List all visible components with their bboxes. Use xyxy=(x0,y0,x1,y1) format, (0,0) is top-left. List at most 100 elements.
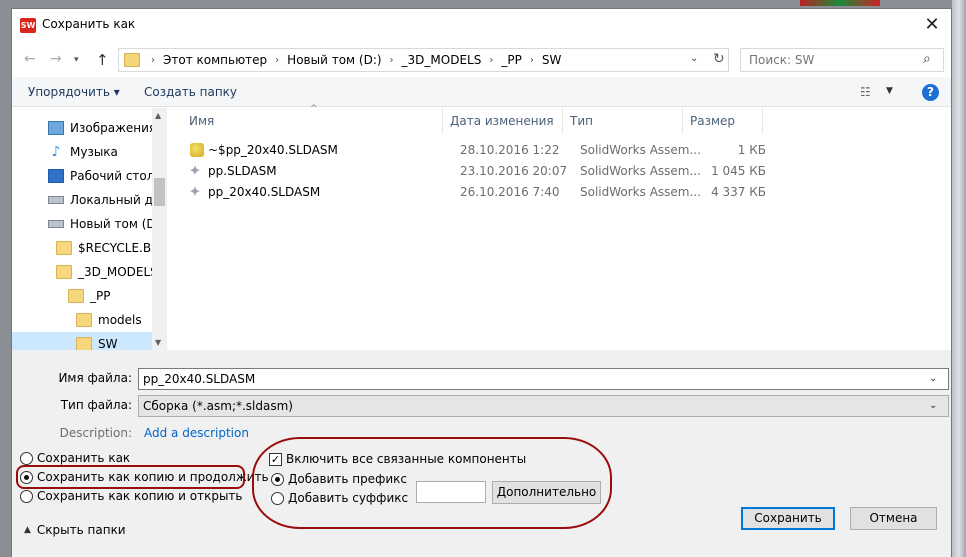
assembly-temp-icon xyxy=(190,143,204,157)
file-type: SolidWorks Assem... xyxy=(580,164,701,178)
breadcrumb-volume-d[interactable]: Новый том (D:) xyxy=(287,53,381,67)
chevron-right-icon: › xyxy=(529,54,534,66)
file-size: 1 045 КБ xyxy=(711,164,766,178)
filetype-select[interactable]: Сборка (*.asm;*.sldasm) ⌄ xyxy=(138,395,949,417)
file-date: 28.10.2016 1:22 xyxy=(460,143,560,157)
filename-label: Имя файла: xyxy=(58,371,132,385)
command-bar: Упорядочить ▾ Создать папку ☷ ▼ ? xyxy=(12,77,951,107)
filename-input[interactable] xyxy=(139,369,919,389)
sidebar-item-label: $RECYCLE.BIN xyxy=(78,241,164,255)
assembly-icon: ⯌ xyxy=(190,163,201,178)
sidebar-item-music[interactable]: ♪ Музыка xyxy=(48,140,167,164)
chevron-right-icon: › xyxy=(151,54,155,66)
folder-icon xyxy=(76,337,92,350)
scroll-down-icon[interactable]: ▼ xyxy=(155,338,161,347)
sidebar-item-label: Музыка xyxy=(70,145,118,159)
recent-locations-icon[interactable]: ▾ xyxy=(74,55,79,65)
address-bar[interactable]: › Этот компьютер › Новый том (D:) › _3D_… xyxy=(118,48,729,72)
organize-button[interactable]: Упорядочить ▾ xyxy=(28,85,120,99)
save-as-dialog: SW Сохранить как ✕ ← → ▾ ↑ › Этот компью… xyxy=(11,8,952,557)
save-as-label: Сохранить как xyxy=(37,451,131,465)
file-size: 4 337 КБ xyxy=(711,185,766,199)
folder-icon xyxy=(68,289,84,303)
description-label: Description: xyxy=(59,426,132,440)
chevron-right-icon: › xyxy=(489,54,494,66)
up-arrow-icon[interactable]: ↑ xyxy=(96,51,109,69)
pictures-icon xyxy=(48,121,64,135)
search-icon[interactable]: ⌕ xyxy=(923,51,931,67)
forward-arrow-icon[interactable]: → xyxy=(50,51,62,67)
sidebar-item-label: _3D_MODELS xyxy=(78,265,158,279)
chevron-down-icon[interactable]: ⌄ xyxy=(929,373,937,384)
file-row[interactable]: ~$pp_20x40.SLDASM 28.10.2016 1:22 SolidW… xyxy=(182,140,782,161)
file-type: SolidWorks Assem... xyxy=(580,143,701,157)
file-type: SolidWorks Assem... xyxy=(580,185,701,199)
sidebar-item-desktop[interactable]: Рабочий стол xyxy=(48,164,167,188)
folder-icon xyxy=(56,241,72,255)
file-row[interactable]: ⯌ pp_20x40.SLDASM 26.10.2016 7:40 SolidW… xyxy=(182,182,782,203)
chevron-down-icon[interactable]: ▼ xyxy=(886,86,893,96)
file-row[interactable]: ⯌ pp.SLDASM 23.10.2016 20:07 SolidWorks … xyxy=(182,161,782,182)
radio-circle[interactable] xyxy=(20,489,33,503)
highlight-annotation xyxy=(252,437,612,529)
chevron-down-icon[interactable]: ⌄ xyxy=(690,53,698,64)
add-description-link[interactable]: Add a description xyxy=(144,426,249,440)
help-icon[interactable]: ? xyxy=(922,84,939,101)
breadcrumb-3d-models[interactable]: _3D_MODELS xyxy=(402,53,482,67)
column-header-size[interactable]: Размер xyxy=(683,108,763,134)
sidebar-item-volume-d[interactable]: Новый том (D xyxy=(48,212,167,236)
assembly-icon: ⯌ xyxy=(190,184,201,199)
disk-icon xyxy=(48,196,64,204)
sidebar-item-local-disk[interactable]: Локальный ди xyxy=(48,188,167,212)
title-bar: SW Сохранить как ✕ xyxy=(12,9,951,40)
scrollbar-thumb[interactable] xyxy=(154,178,165,206)
filename-combobox[interactable]: ⌄ xyxy=(138,368,949,390)
view-options-icon[interactable]: ☷ xyxy=(860,85,871,99)
close-button[interactable]: ✕ xyxy=(920,13,944,37)
file-name: pp_20x40.SLDASM xyxy=(208,185,321,199)
hide-folders-label: Скрыть папки xyxy=(36,523,126,537)
sidebar-item-label: Изображения xyxy=(70,121,157,135)
chevron-right-icon: › xyxy=(389,54,394,66)
radio-circle[interactable] xyxy=(20,451,33,465)
navigation-pane: Изображения ♪ Музыка Рабочий стол Локаль… xyxy=(12,108,167,350)
music-icon: ♪ xyxy=(51,144,61,160)
sidebar-item-pictures[interactable]: Изображения xyxy=(48,116,167,140)
file-name: pp.SLDASM xyxy=(208,164,277,178)
filetype-value: Сборка (*.asm;*.sldasm) xyxy=(143,399,293,413)
window-title: Сохранить как xyxy=(42,17,136,31)
sidebar-item-label: Рабочий стол xyxy=(70,169,155,183)
solidworks-icon: SW xyxy=(20,18,36,33)
save-as-radio[interactable]: Сохранить как xyxy=(20,451,130,465)
column-header-date[interactable]: Дата изменения xyxy=(443,108,563,134)
sidebar-item-sw[interactable]: SW xyxy=(12,332,152,350)
refresh-icon[interactable]: ↻ xyxy=(713,51,725,67)
breadcrumb-sw[interactable]: SW xyxy=(542,53,561,67)
back-arrow-icon[interactable]: ← xyxy=(24,51,36,67)
cancel-button[interactable]: Отмена xyxy=(850,507,937,530)
background-accent xyxy=(800,0,880,6)
sidebar-item-label: Новый том (D xyxy=(70,217,156,231)
column-header-type[interactable]: Тип xyxy=(563,108,683,134)
filetype-label: Тип файла: xyxy=(60,398,132,412)
column-header-name[interactable]: Имя xyxy=(182,108,443,134)
hide-folders-toggle[interactable]: ▲ Скрыть папки xyxy=(24,523,126,537)
breadcrumb-pp[interactable]: _PP xyxy=(501,53,521,67)
save-button[interactable]: Сохранить xyxy=(741,507,835,530)
file-list: ^ Имя Дата изменения Тип Размер ~$pp_20x… xyxy=(182,104,951,350)
new-folder-button[interactable]: Создать папку xyxy=(144,85,237,99)
desktop-icon xyxy=(48,169,64,183)
save-copy-open-radio[interactable]: Сохранить как копию и открыть xyxy=(20,489,242,503)
scroll-up-icon[interactable]: ▲ xyxy=(155,111,161,120)
sidebar-item-recycle-bin[interactable]: $RECYCLE.BIN xyxy=(56,236,167,260)
disk-icon xyxy=(48,220,64,228)
search-box[interactable]: ⌕ xyxy=(740,48,944,72)
save-options-panel: Сохранить как Сохранить как копию и прод… xyxy=(12,437,951,557)
folder-icon xyxy=(56,265,72,279)
navigation-row: ← → ▾ ↑ › Этот компьютер › Новый том (D:… xyxy=(12,45,951,75)
sidebar-item-3d-models[interactable]: _3D_MODELS xyxy=(56,260,167,284)
chevron-down-icon[interactable]: ⌄ xyxy=(929,400,937,411)
nav-scrollbar[interactable]: ▲ ▼ xyxy=(152,108,167,350)
breadcrumb-this-pc[interactable]: Этот компьютер xyxy=(163,53,267,67)
search-input[interactable] xyxy=(741,49,921,71)
